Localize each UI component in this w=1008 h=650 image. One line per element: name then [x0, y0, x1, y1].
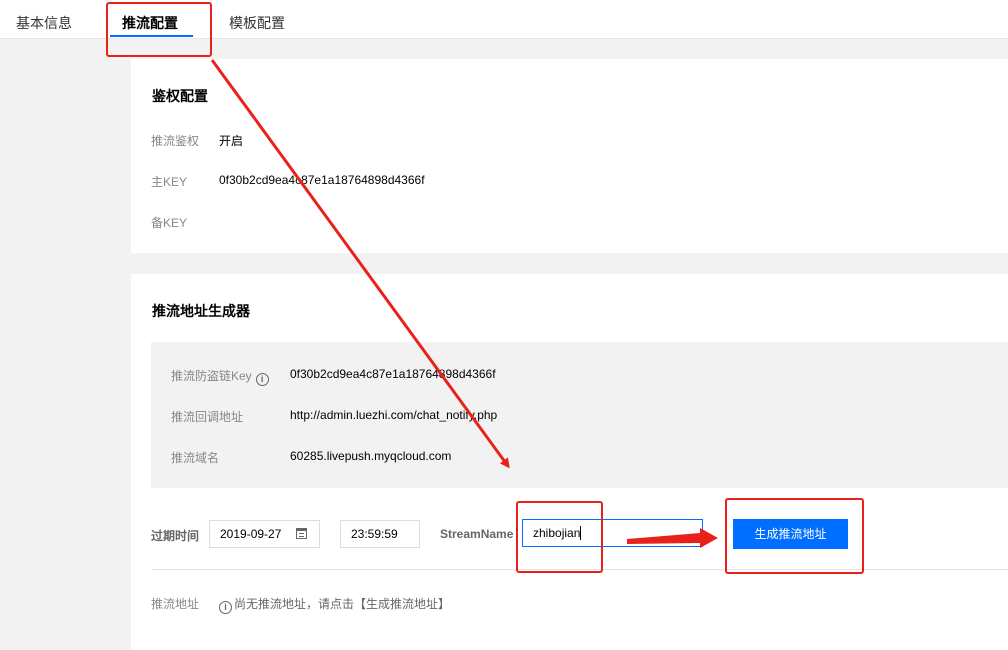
generate-push-url-button[interactable]: 生成推流地址	[733, 519, 848, 549]
info-circle-icon: i	[219, 601, 232, 614]
push-address-hint: i 尚无推流地址，请点击【生成推流地址】	[219, 595, 450, 614]
info-circle-icon[interactable]: i	[255, 373, 269, 386]
stream-name-label: StreamName	[440, 527, 514, 541]
anti-leech-key-value: 0f30b2cd9ea4c87e1a18764898d4366f	[290, 367, 496, 381]
anti-leech-key-label: 推流防盗链Key i	[171, 367, 269, 386]
divider	[151, 569, 1008, 570]
callback-url-label: 推流回调地址	[171, 410, 244, 424]
calendar-icon[interactable]	[296, 528, 307, 539]
stream-name-value: zhibojian	[533, 526, 581, 540]
push-address-label: 推流地址	[151, 597, 200, 611]
push-domain-value: 60285.livepush.myqcloud.com	[290, 449, 452, 463]
main-key-value: 0f30b2cd9ea4c87e1a18764898d4366f	[219, 173, 425, 187]
auth-config-card: 鉴权配置 推流鉴权 开启 主KEY 0f30b2cd9ea4c87e1a1876…	[131, 59, 1008, 253]
push-auth-value: 开启	[219, 134, 244, 148]
main-key-label: 主KEY	[151, 175, 188, 189]
backup-key-label: 备KEY	[151, 216, 188, 230]
push-auth-label: 推流鉴权	[151, 134, 200, 148]
push-domain-label: 推流域名	[171, 451, 220, 465]
push-url-generator-card: 推流地址生成器 推流防盗链Key i 0f30b2cd9ea4c87e1a1876…	[131, 274, 1008, 650]
expire-date-input[interactable]: 2019-09-27	[209, 520, 320, 548]
generator-title: 推流地址生成器	[152, 303, 250, 319]
expire-time-label: 过期时间	[151, 529, 200, 543]
auth-config-title: 鉴权配置	[152, 88, 208, 104]
tab-basic-info[interactable]: 基本信息	[16, 13, 72, 33]
generator-info-box: 推流防盗链Key i 0f30b2cd9ea4c87e1a18764898d436…	[151, 342, 1008, 488]
text-cursor	[580, 526, 582, 540]
active-tab-underline	[110, 35, 193, 37]
expire-time-value: 23:59:59	[351, 527, 398, 541]
expire-time-input[interactable]: 23:59:59	[340, 520, 420, 548]
tab-push-config[interactable]: 推流配置	[122, 13, 178, 33]
callback-url-value: http://admin.luezhi.com/chat_notify.php	[290, 408, 498, 422]
stream-name-input[interactable]: zhibojian	[522, 519, 703, 547]
tab-bar: 基本信息 推流配置 模板配置	[0, 0, 1008, 39]
expire-date-value: 2019-09-27	[220, 527, 282, 541]
tab-template-config[interactable]: 模板配置	[229, 13, 285, 33]
